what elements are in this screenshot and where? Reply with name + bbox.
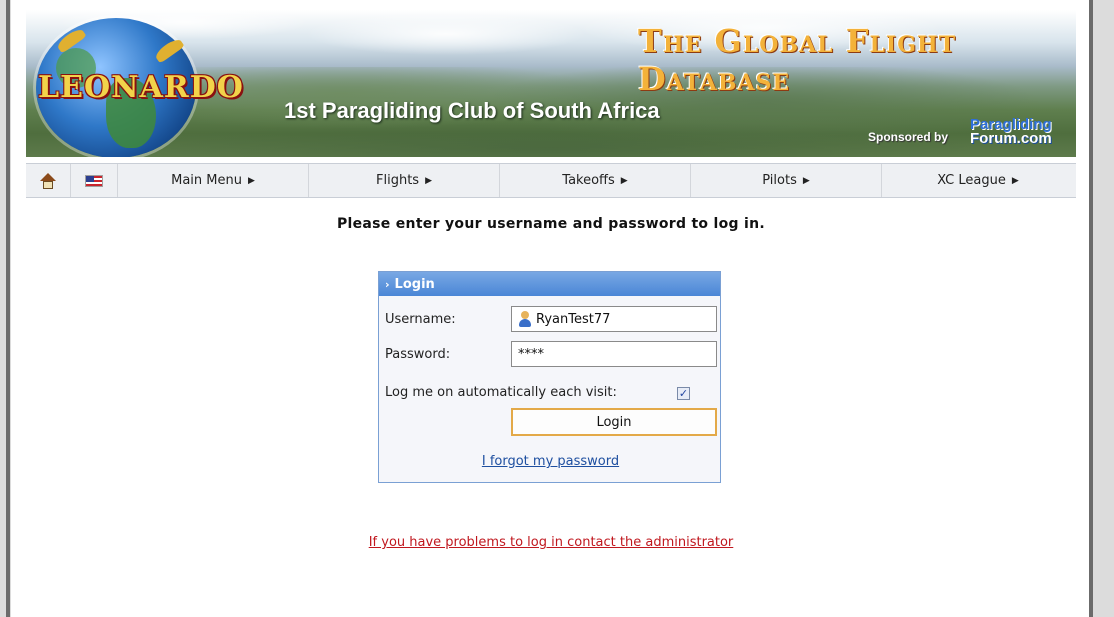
nav-flights-label: Flights [376, 173, 420, 188]
contact-admin-link[interactable]: If you have problems to log in contact t… [26, 535, 1076, 550]
remember-checkbox[interactable]: ✓ [677, 387, 690, 400]
username-value: RyanTest77 [536, 311, 611, 327]
sponsor-logo[interactable]: Paragliding Forum.com [970, 117, 1052, 147]
username-label: Username: [385, 312, 456, 327]
us-flag-icon [85, 174, 103, 187]
nav-takeoffs[interactable]: Takeoffs ▶ [500, 164, 691, 197]
home-icon [40, 172, 56, 189]
nav-xc-league-label: XC League [937, 173, 1006, 188]
username-field[interactable]: RyanTest77 [511, 306, 717, 332]
logo-text: LEONARDO [38, 70, 244, 105]
password-value: **** [518, 346, 544, 362]
nav-main-menu[interactable]: Main Menu ▶ [118, 164, 309, 197]
header-banner: LEONARDO The Global Flight Database 1st … [26, 10, 1076, 157]
triangle-right-icon: ▶ [247, 175, 255, 186]
sponsor-logo-line2: Forum.com [970, 130, 1052, 147]
login-button[interactable]: Login [511, 408, 717, 436]
triangle-right-icon: ▶ [620, 175, 628, 186]
main-nav: Main Menu ▶ Flights ▶ Takeoffs ▶ Pilots … [26, 163, 1076, 198]
nav-pilots[interactable]: Pilots ▶ [691, 164, 882, 197]
triangle-right-icon: ▶ [1011, 175, 1019, 186]
nav-flights[interactable]: Flights ▶ [309, 164, 500, 197]
remember-label: Log me on automatically each visit: [385, 385, 617, 400]
nav-main-menu-label: Main Menu [171, 173, 242, 188]
window-left-edge [0, 0, 11, 617]
triangle-right-icon: ▶ [802, 175, 810, 186]
login-panel: › Login Username: RyanTest77 Password: *… [378, 271, 721, 483]
nav-takeoffs-label: Takeoffs [562, 173, 615, 188]
login-panel-header: › Login [379, 272, 720, 296]
check-icon: ✓ [678, 387, 689, 400]
site-title: The Global Flight Database [638, 22, 957, 98]
page-container: LEONARDO The Global Flight Database 1st … [26, 10, 1076, 550]
window-right-edge [1089, 0, 1114, 617]
forgot-password-link[interactable]: I forgot my password [379, 454, 722, 469]
triangle-right-icon: ▶ [425, 175, 432, 186]
password-label: Password: [385, 347, 451, 362]
nav-pilots-label: Pilots [762, 173, 797, 188]
login-prompt: Please enter your username and password … [336, 216, 766, 232]
home-button[interactable] [26, 164, 71, 197]
club-name: 1st Paragliding Club of South Africa [284, 98, 660, 123]
sponsor-label: Sponsored by [868, 130, 949, 144]
user-icon [518, 311, 532, 327]
password-field[interactable]: **** [511, 341, 717, 367]
nav-xc-league[interactable]: XC League ▶ [882, 164, 1074, 197]
language-button[interactable] [71, 164, 118, 197]
chevron-right-icon: › [385, 277, 390, 291]
login-panel-title: Login [394, 276, 435, 292]
